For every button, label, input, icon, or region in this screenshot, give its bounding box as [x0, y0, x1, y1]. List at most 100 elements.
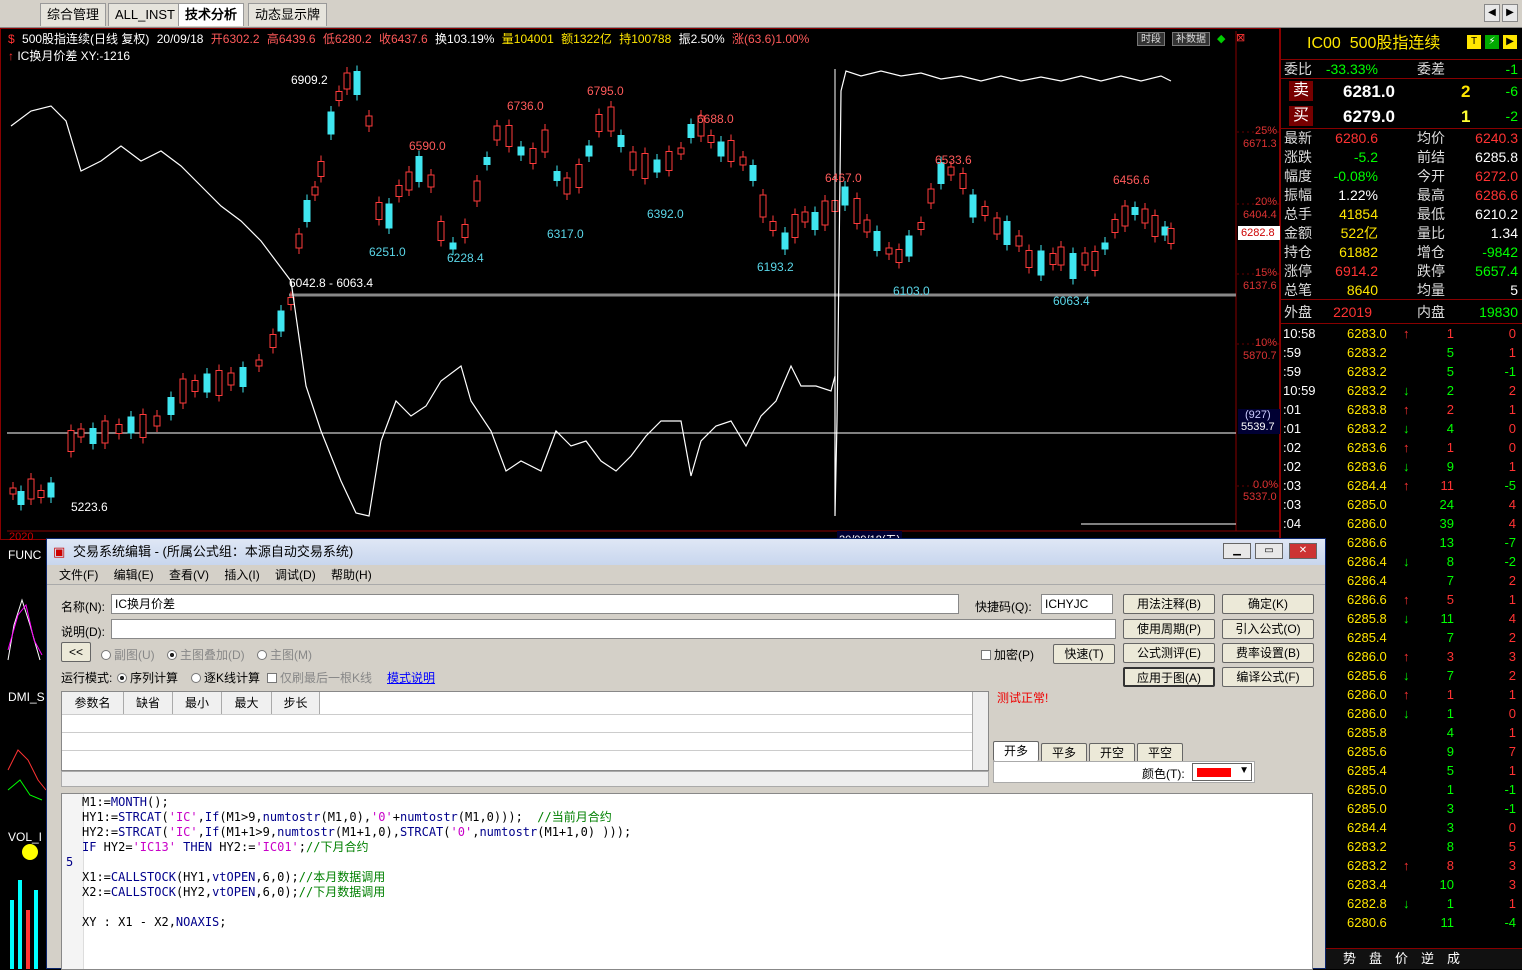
fill-data-button[interactable]: 补数据 [1172, 32, 1210, 46]
expand-icon[interactable]: ▶ [1503, 35, 1517, 49]
buy-volume: 1 [1461, 107, 1471, 126]
candle-body [89, 428, 97, 444]
formula-eval-button[interactable]: 公式测评(E) [1123, 643, 1215, 663]
param-max-header: 最大 [222, 692, 272, 714]
tab-book[interactable]: 盘 [1369, 949, 1382, 969]
tab-open-long[interactable]: 开多 [993, 741, 1039, 761]
usage-notes-button[interactable]: 用法注释(B) [1123, 594, 1215, 614]
menu-edit[interactable]: 编辑(E) [114, 568, 154, 582]
quick-button[interactable]: 快速(T) [1053, 644, 1115, 664]
tick-time: 10:58 [1283, 326, 1316, 341]
close-chart-icon[interactable]: ⊠ [1236, 31, 1245, 44]
desc-label: 说明(D): [61, 625, 105, 639]
quote-stat-row: 振幅 1.22% 最高 6286.6 [1281, 186, 1522, 205]
candle-body [553, 171, 561, 181]
radio-per-bar-label: 逐K线计算 [204, 671, 261, 685]
encrypt-checkbox[interactable]: 加密(P) [981, 646, 1034, 663]
tab-open-short[interactable]: 开空 [1089, 743, 1135, 763]
stat-value: 61882 [1339, 244, 1378, 260]
candle-body [239, 367, 247, 387]
param-scrollbar[interactable] [972, 692, 988, 770]
price-label: 6251.0 [369, 245, 406, 259]
tick-volume: 2 [1446, 402, 1454, 417]
menu-help[interactable]: 帮助(H) [331, 568, 372, 582]
apply-to-chart-button[interactable]: 应用于图(A) [1123, 667, 1215, 687]
candle-body [405, 171, 413, 191]
buy-row[interactable]: 买 6279.0 1 -2 [1281, 104, 1522, 129]
tick-volume: 2 [1446, 383, 1454, 398]
mode-help-link[interactable]: 模式说明 [387, 669, 435, 686]
kline-chart[interactable]: 6909.2 6736.0 6795.0 6590.0 6688.0 6251.… [0, 28, 1281, 547]
last-bar-checkbox[interactable]: 仅刷最后一根K线 [267, 669, 372, 686]
tab-overview[interactable]: 综合管理 [40, 3, 107, 26]
buy-label: 买 [1289, 106, 1314, 126]
import-formula-button[interactable]: 引入公式(O) [1222, 619, 1314, 639]
radio-mainchart[interactable]: 主图(M) [257, 646, 312, 663]
t-icon[interactable]: T [1467, 35, 1481, 49]
diamond-icon[interactable]: ◆ [1217, 32, 1225, 45]
tab-all-inst[interactable]: ALL_INST [108, 3, 182, 26]
tab-trend[interactable]: 势 [1343, 949, 1356, 969]
menu-debug[interactable]: 调试(D) [275, 568, 316, 582]
tab-close-long[interactable]: 平多 [1041, 743, 1087, 763]
shortcut-input[interactable]: ICHYJC [1041, 594, 1113, 614]
session-button[interactable]: 时段 [1137, 32, 1165, 46]
tab-prev-button[interactable]: ◀ [1484, 4, 1500, 22]
tab-price[interactable]: 价 [1395, 949, 1408, 969]
code-editor[interactable]: 5 M1:=MONTH(); HY1:=STRCAT('IC',If(M1>9,… [61, 793, 1313, 970]
param-hscrollbar[interactable] [61, 771, 989, 787]
tick-oi-change: 1 [1508, 459, 1516, 474]
stat-label: 最低 [1417, 206, 1445, 222]
tick-oi-change: -1 [1504, 782, 1516, 797]
tab-technical-analysis[interactable]: 技术分析 [178, 3, 245, 26]
tab-close-short[interactable]: 平空 [1137, 743, 1183, 763]
compile-formula-button[interactable]: 编译公式(F) [1222, 667, 1314, 687]
radio-subchart[interactable]: 副图(U) [101, 646, 155, 663]
fee-settings-button[interactable]: 费率设置(B) [1222, 643, 1314, 663]
arrow-down-icon: ↓ [1403, 459, 1410, 474]
tick-price: 6283.2 [1347, 839, 1387, 854]
candle-body [493, 125, 501, 141]
stat-value: 6285.8 [1475, 149, 1518, 165]
code-line: X1:=CALLSTOCK(HY1,vtOPEN,6,0);//本月数据调用 [82, 870, 386, 884]
tab-next-button[interactable]: ▶ [1502, 4, 1518, 22]
candle-body [395, 185, 403, 197]
radio-main-overlay[interactable]: 主图叠加(D) [167, 646, 245, 663]
quote-stat-row: 总笔 8640 均量 5 [1281, 281, 1522, 300]
tab-dynamic-board[interactable]: 动态显示牌 [248, 3, 328, 26]
ok-button[interactable]: 确定(K) [1222, 594, 1314, 614]
menu-file[interactable]: 文件(F) [59, 568, 98, 582]
tick-oi-change: -7 [1504, 535, 1516, 550]
candle-body [179, 378, 187, 404]
tab-trades[interactable]: 成 [1447, 949, 1460, 969]
param-table[interactable]: 参数名 缺省 最小 最大 步长 [61, 691, 989, 771]
lightning-icon[interactable]: ⚡ [1485, 35, 1499, 49]
name-input[interactable]: IC换月价差 [111, 594, 959, 614]
radio-sequence[interactable]: 序列计算 [117, 669, 178, 686]
param-min-header: 最小 [173, 692, 222, 714]
high: 高6439.6 [266, 32, 316, 46]
menu-view[interactable]: 查看(V) [169, 568, 209, 582]
tick-price: 6283.2 [1347, 858, 1387, 873]
tick-volume: 5 [1446, 345, 1454, 360]
menu-insert[interactable]: 插入(I) [224, 568, 259, 582]
use-period-button[interactable]: 使用周期(P) [1123, 619, 1215, 639]
sell-row[interactable]: 卖 6281.0 2 -6 [1281, 79, 1522, 104]
collapse-button[interactable]: << [61, 642, 91, 662]
desc-input[interactable] [111, 619, 1116, 639]
dialog-titlebar: ▣ 交易系统编辑 - (所属公式组：本源自动交易系统) ▁ ▭ ✕ [47, 539, 1325, 565]
tick-price: 6282.8 [1347, 896, 1387, 911]
stat-label: 均价 [1417, 130, 1445, 146]
tick-price: 6286.0 [1347, 687, 1387, 702]
arrow-up-icon: ↑ [1403, 326, 1410, 341]
maximize-button[interactable]: ▭ [1255, 543, 1283, 559]
radio-per-bar[interactable]: 逐K线计算 [191, 669, 260, 686]
minimize-button[interactable]: ▁ [1223, 543, 1251, 559]
tick-row: :01 6283.2 ↓ 4 0 [1281, 419, 1522, 438]
signal-panel: 颜色(T): ▼ [993, 761, 1255, 783]
color-select[interactable]: ▼ [1192, 763, 1252, 781]
quote-stat-row: 最新 6280.6 均价 6240.3 [1281, 129, 1522, 148]
tab-reverse[interactable]: 逆 [1421, 949, 1434, 969]
close-button[interactable]: ✕ [1289, 543, 1317, 559]
tick-time: :03 [1283, 497, 1302, 512]
